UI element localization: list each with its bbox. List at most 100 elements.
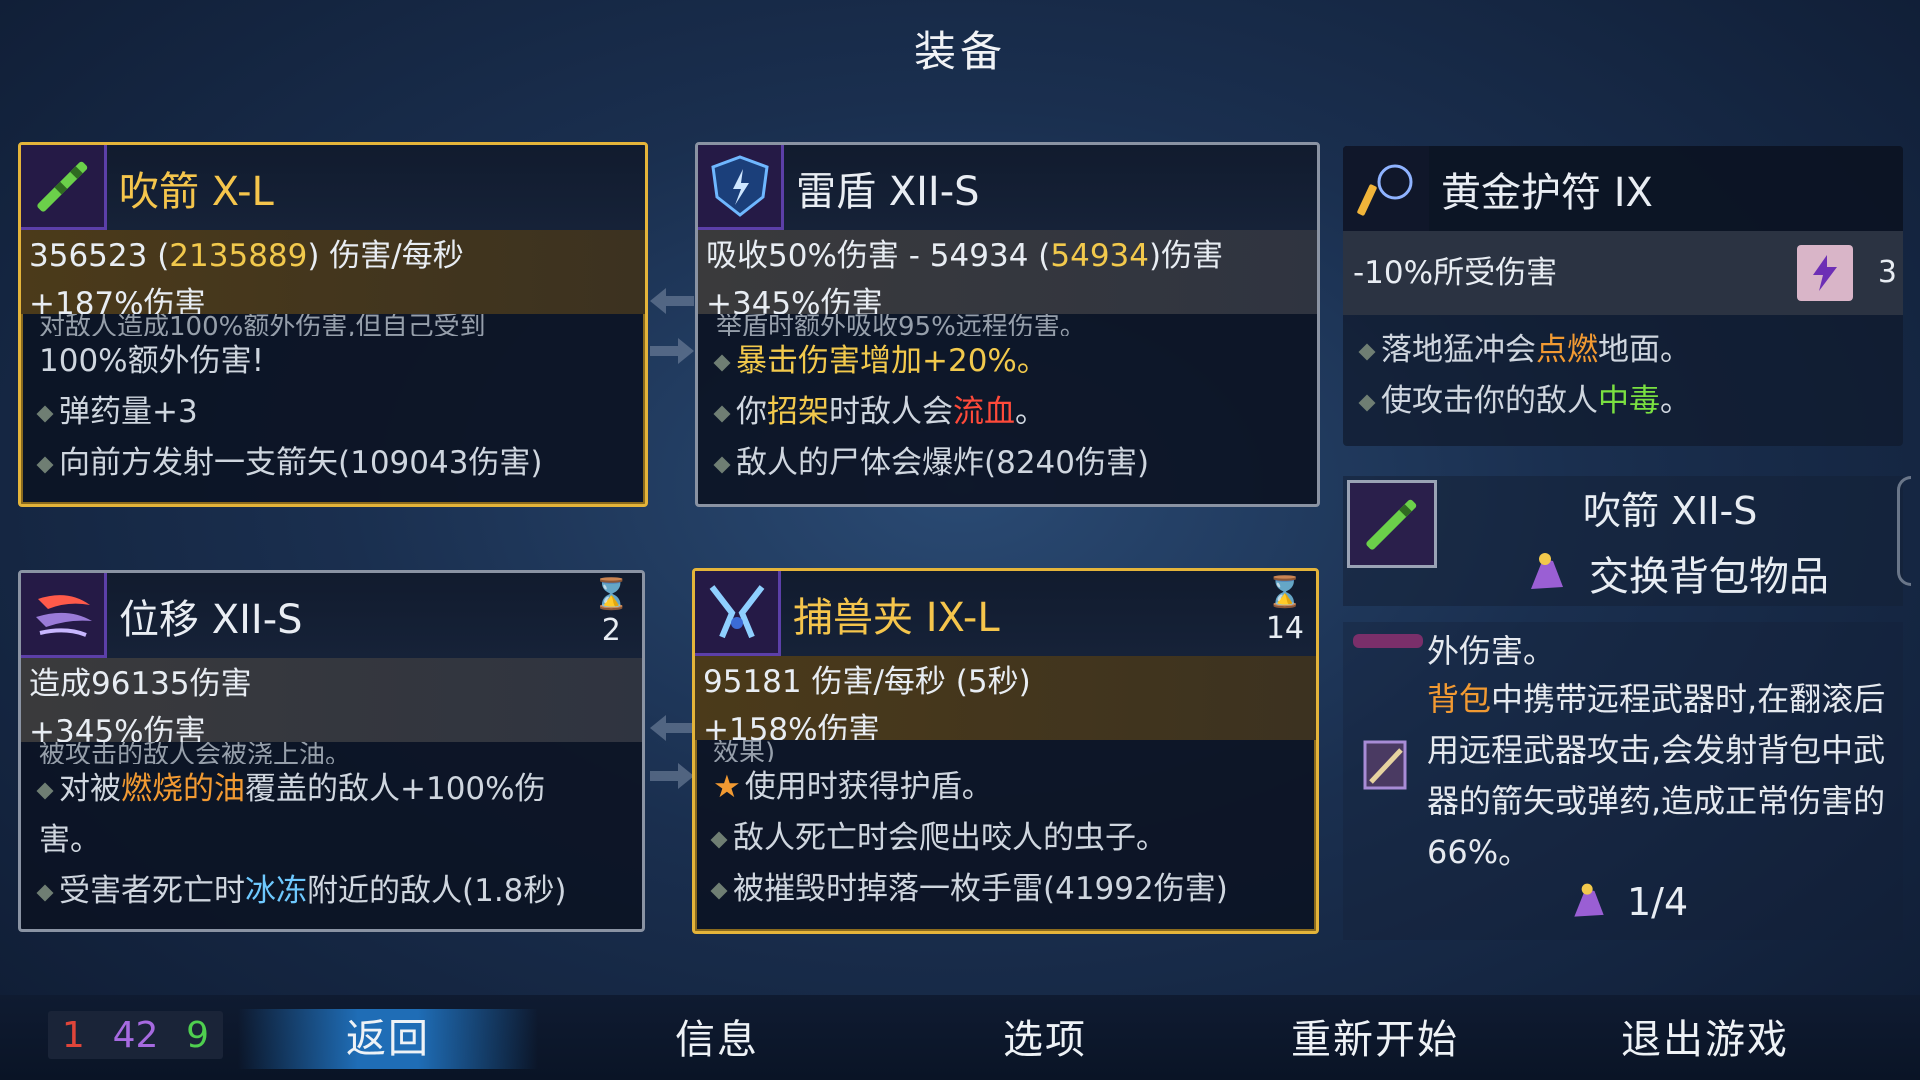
effect-line: 落地猛冲会点燃地面。 bbox=[1361, 325, 1893, 376]
trap-icon bbox=[695, 571, 781, 656]
keyword-bleed: 流血 bbox=[953, 394, 1015, 430]
damage-bonus: +345%伤害 bbox=[29, 714, 206, 742]
options-button[interactable]: 选项 bbox=[925, 1007, 1165, 1065]
dps-crit-value: 2135889 bbox=[169, 238, 308, 274]
effect-line: 向前方发射一支箭矢(109043伤害) bbox=[39, 438, 635, 489]
effect-text: 害。 bbox=[39, 822, 101, 858]
card-header: 雷盾 XII-S bbox=[698, 145, 1317, 230]
page-title: 装备 bbox=[913, 27, 1006, 76]
blowgun-icon bbox=[21, 145, 107, 230]
backpack-description: 外伤害。 背包中携带远程武器时,在翻滚后用远程武器攻击,会发射背包中武器的箭矢或… bbox=[1343, 622, 1903, 940]
keyword-burning-oil: 燃烧的油 bbox=[121, 771, 245, 807]
effect-line: ★ 使用时获得护盾。 bbox=[713, 762, 1306, 813]
dps-text: 95181 伤害/每秒 (5秒) bbox=[703, 664, 1031, 700]
swap-panel[interactable]: 吹箭 XII-S 交换背包物品 bbox=[1343, 476, 1911, 606]
restart-button[interactable]: 重新开始 bbox=[1255, 1007, 1495, 1065]
swap-item-name: 吹箭 XII-S bbox=[1583, 489, 1758, 533]
desc-partial: 外伤害。 bbox=[1427, 632, 1556, 670]
item-stats: 356523 (2135889) 伤害/每秒 +187%伤害 bbox=[21, 230, 645, 314]
amulet-icon bbox=[1343, 146, 1429, 231]
effect-line: 使攻击你的敌人中毒。 bbox=[1361, 376, 1893, 427]
effect-line: 暴击伤害增加+20%。 bbox=[716, 336, 1307, 387]
item-card-dash[interactable]: 位移 XII-S ⌛ 2 造成96135伤害 +345%伤害 被攻击的敌人会被浇… bbox=[18, 570, 645, 932]
card-header: 捕兽夹 IX-L ⌛ 14 bbox=[695, 571, 1316, 656]
item-card-blowgun[interactable]: 吹箭 X-L 356523 (2135889) 伤害/每秒 +187%伤害 对敌… bbox=[18, 142, 648, 507]
cooldown-value: 14 bbox=[1265, 611, 1304, 646]
effect-line: 敌人的尸体会爆炸(8240伤害) bbox=[716, 438, 1307, 489]
item-effects: 对敌人造成100%额外伤害,但自己受到 100%额外伤害! 弹药量+3 向前方发… bbox=[21, 314, 645, 489]
item-name: 雷盾 XII-S bbox=[796, 168, 980, 215]
item-card-golden-amulet[interactable]: 黄金护符 IX -10%所受伤害 3 落地猛冲会点燃地面。 使攻击你的敌人中毒。 bbox=[1343, 146, 1903, 446]
scroll-icon bbox=[1797, 245, 1853, 301]
item-stats: 吸收50%伤害 - 54934 (54934)伤害 +345%伤害 bbox=[698, 230, 1317, 314]
backpack-icon bbox=[1574, 883, 1604, 917]
keyword-freeze: 冰冻 bbox=[245, 873, 307, 909]
back-button[interactable]: 返回 bbox=[238, 1009, 538, 1069]
bat-icon bbox=[1353, 634, 1423, 648]
effect-line: 100%额外伤害! bbox=[39, 343, 265, 379]
item-stats: 造成96135伤害 +345%伤害 bbox=[21, 658, 642, 742]
absorb-text: 吸收50%伤害 - 54934 ( bbox=[706, 238, 1051, 274]
page-count: 1/4 bbox=[1627, 880, 1689, 924]
effect-text: 覆盖的敌人+100%伤 bbox=[245, 771, 546, 807]
keyword-backpack: 背包 bbox=[1427, 680, 1492, 718]
effect-text: 时敌人会 bbox=[829, 394, 953, 430]
effect-line: 敌人死亡时会爬出咬人的虫子。 bbox=[713, 813, 1306, 864]
keyword-parry: 招架 bbox=[767, 394, 829, 430]
bottom-menu-bar: 1 42 9 返回 信息 选项 重新开始 退出游戏 bbox=[0, 995, 1920, 1080]
desc-text: 背包中携带远程武器时,在翻滚后用远程武器攻击,会发射背包中武器的箭矢或弹药,造成… bbox=[1427, 674, 1887, 878]
arrow-right-icon bbox=[650, 338, 694, 364]
star-icon: ★ bbox=[713, 769, 741, 805]
effect-line: 对被燃烧的油覆盖的敌人+100%伤 bbox=[39, 764, 632, 815]
survival-count: 9 bbox=[186, 1014, 210, 1056]
stat-counters: 1 42 9 bbox=[48, 1011, 223, 1059]
item-effects: 举盾时额外吸收95%远程伤害。 暴击伤害增加+20%。 你招架时敌人会流血。 敌… bbox=[698, 314, 1317, 489]
effect-text: 使用时获得护盾。 bbox=[744, 769, 993, 805]
dash-icon bbox=[21, 573, 107, 658]
keyword-poison: 中毒 bbox=[1598, 383, 1660, 419]
weapon-swap-icon bbox=[1357, 732, 1417, 802]
cooldown: ⌛ 2 bbox=[593, 577, 630, 649]
scroll-bracket bbox=[1897, 476, 1911, 586]
cooldown-value: 2 bbox=[601, 613, 621, 648]
item-name: 捕兽夹 IX-L bbox=[793, 594, 1000, 641]
item-stats: 95181 伤害/每秒 (5秒) +158%伤害 bbox=[695, 656, 1316, 740]
shield-icon bbox=[698, 145, 784, 230]
desc-body: 中携带远程武器时,在翻滚后用远程武器攻击,会发射背包中武器的箭矢或弹药,造成正常… bbox=[1427, 680, 1886, 871]
card-header: 位移 XII-S ⌛ 2 bbox=[21, 573, 642, 658]
effect-text: 受害者死亡时 bbox=[59, 873, 245, 909]
damage-text: 造成96135伤害 bbox=[29, 666, 252, 702]
effect-text: 使攻击你的敌人 bbox=[1381, 383, 1598, 419]
info-button[interactable]: 信息 bbox=[597, 1007, 837, 1065]
effect-line: 你招架时敌人会流血。 bbox=[716, 387, 1307, 438]
effect-text: 地面。 bbox=[1598, 332, 1691, 368]
effect-line: 被摧毁时掉落一枚手雷(41992伤害) bbox=[713, 864, 1306, 915]
absorb-unit: )伤害 bbox=[1149, 238, 1224, 274]
effect-line: 弹药量+3 bbox=[39, 387, 635, 438]
scroll-count: 3 bbox=[1877, 255, 1897, 290]
swap-action-label: 交换背包物品 bbox=[1589, 554, 1829, 600]
effect-text: 附近的敌人(1.8秒) bbox=[307, 873, 567, 909]
damage-reduction: -10%所受伤害 bbox=[1353, 255, 1558, 291]
item-effects: 落地猛冲会点燃地面。 使攻击你的敌人中毒。 bbox=[1343, 315, 1903, 427]
quit-game-button[interactable]: 退出游戏 bbox=[1585, 1007, 1825, 1065]
brutality-count: 1 bbox=[61, 1014, 85, 1056]
equipment-screen: 装备 吹箭 X-L 356523 (2135889) 伤害/每秒 +187%伤害… bbox=[0, 0, 1920, 1080]
item-card-thunder-shield[interactable]: 雷盾 XII-S 吸收50%伤害 - 54934 (54934)伤害 +345%… bbox=[695, 142, 1320, 507]
cooldown: ⌛ 14 bbox=[1266, 575, 1304, 647]
keyword-ignite: 点燃 bbox=[1536, 332, 1598, 368]
hourglass-icon: ⌛ bbox=[592, 577, 630, 612]
effect-text: 。 bbox=[1015, 394, 1046, 430]
effect-line-partial: 对敌人造成100%额外伤害,但自己受到 bbox=[39, 314, 486, 336]
damage-bonus: +187%伤害 bbox=[29, 286, 206, 314]
item-effects: 被攻击的敌人会被浇上油。 对被燃烧的油覆盖的敌人+100%伤 害。 受害者死亡时… bbox=[21, 742, 642, 917]
item-card-bear-trap[interactable]: 捕兽夹 IX-L ⌛ 14 95181 伤害/每秒 (5秒) +158%伤害 效… bbox=[692, 568, 1319, 934]
arrow-left-icon bbox=[650, 715, 694, 741]
backpack-icon bbox=[1531, 553, 1563, 589]
card-header: 黄金护符 IX bbox=[1343, 146, 1903, 231]
item-name: 黄金护符 IX bbox=[1441, 169, 1653, 216]
item-name: 位移 XII-S bbox=[119, 596, 303, 643]
damage-bonus: +345%伤害 bbox=[706, 286, 883, 314]
arrow-right-icon bbox=[650, 763, 694, 789]
swap-action[interactable]: 交换背包物品 bbox=[1523, 544, 1829, 602]
